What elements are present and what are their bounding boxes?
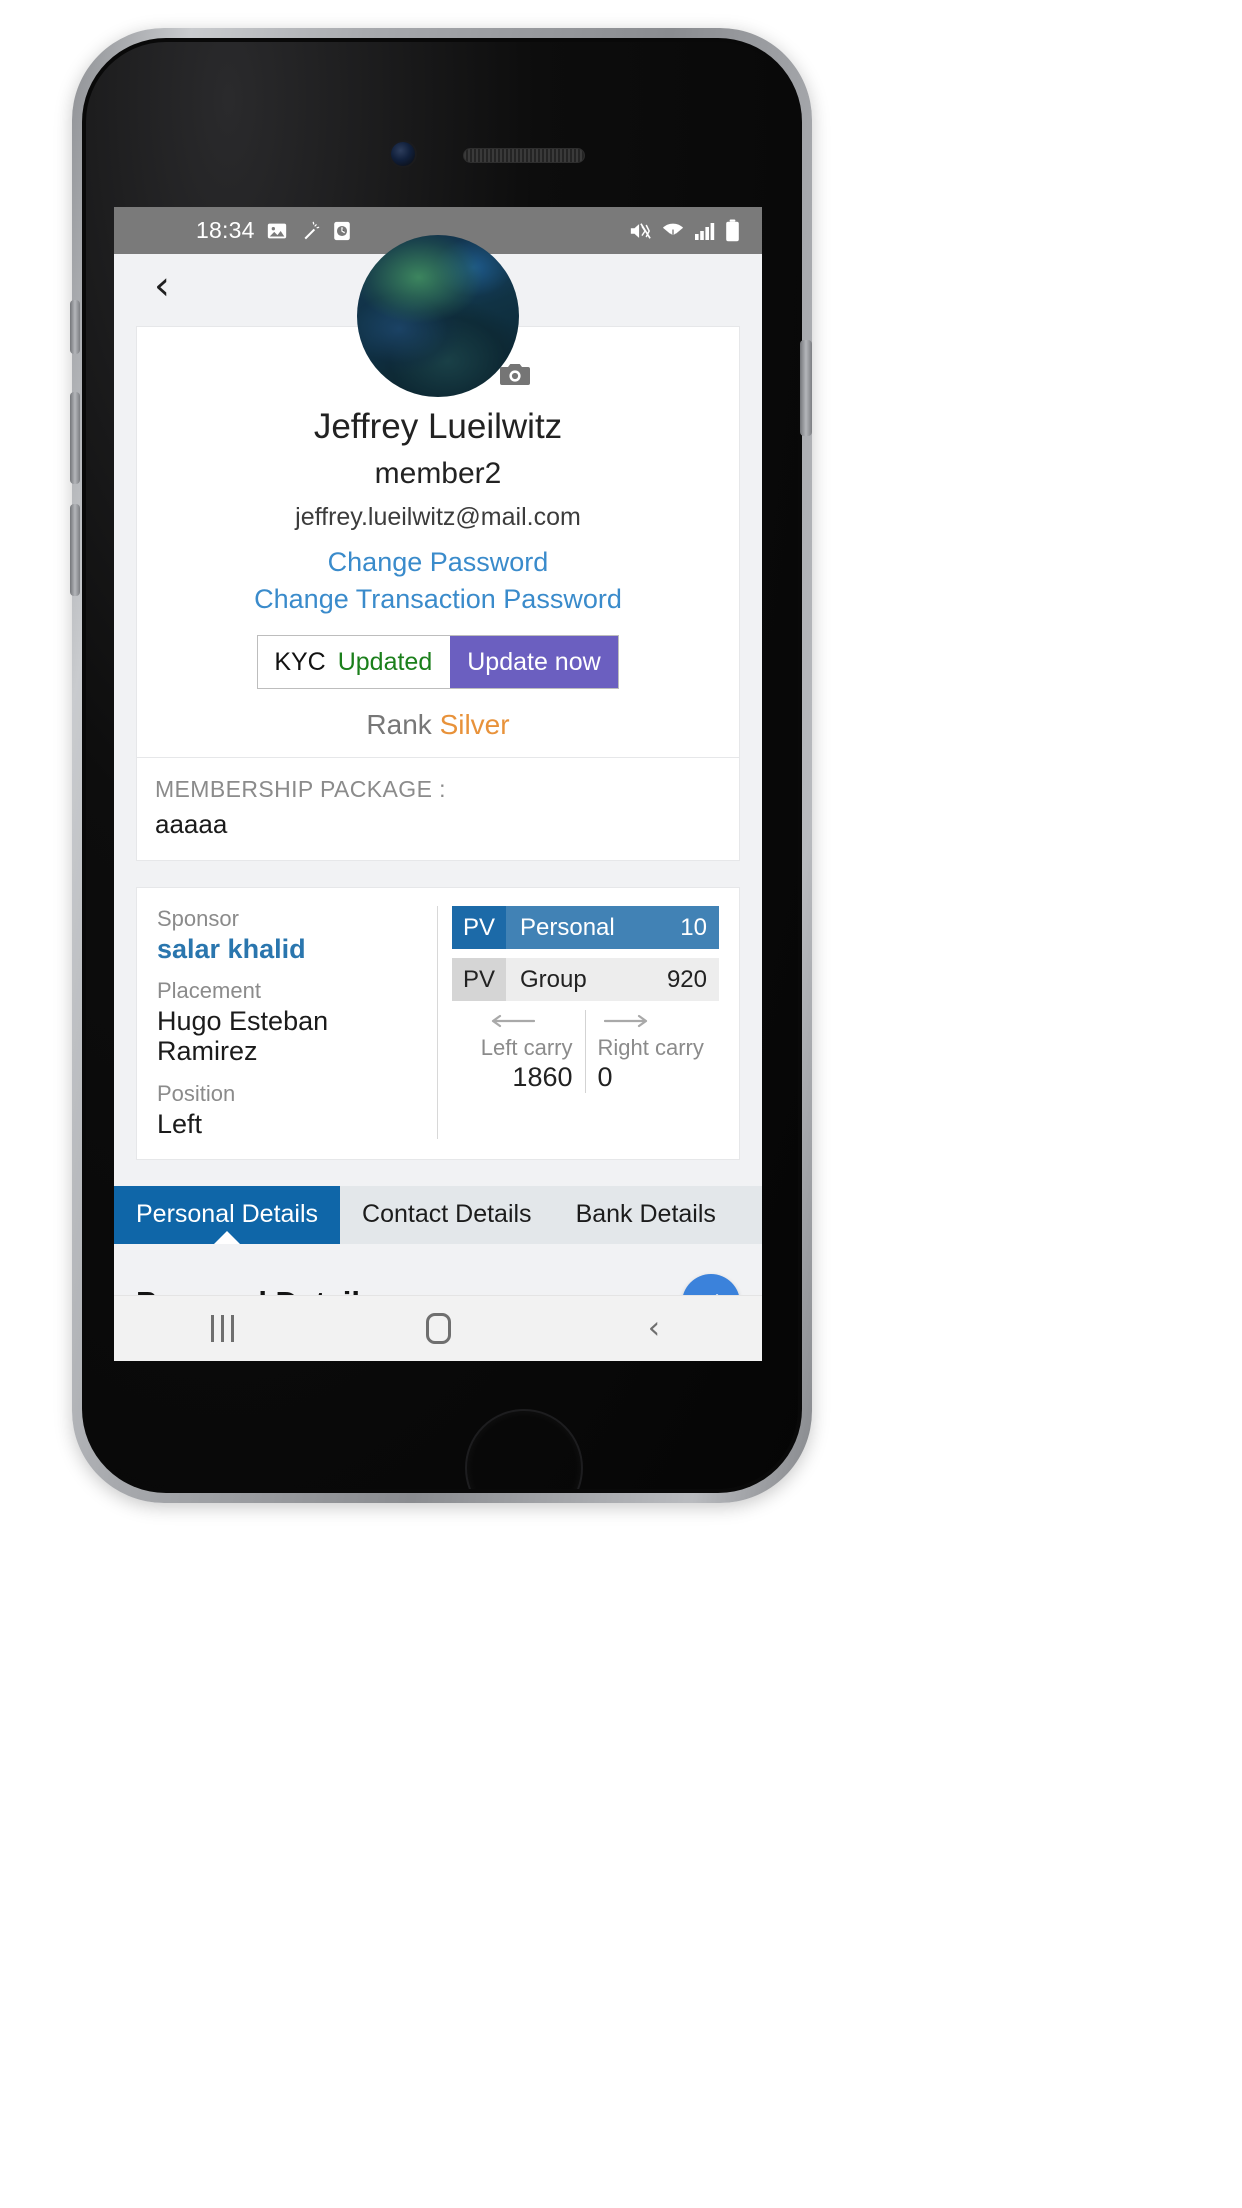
pv-personal-value: 10 — [680, 906, 719, 949]
position-label: Position — [157, 1080, 236, 1106]
position-value: Left — [157, 1108, 203, 1139]
membership-package-card: MEMBERSHIP PACKAGE : aaaaa — [136, 758, 740, 861]
profile-email: jeffrey.lueilwitz@mail.com — [295, 503, 581, 531]
genealogy-right-column: PV Personal 10 PV Group 920 Left carry 1… — [438, 906, 739, 1139]
avatar[interactable] — [357, 235, 519, 397]
kyc-status-badge: Updated — [337, 647, 433, 676]
status-bar-right — [628, 219, 740, 242]
power-button[interactable] — [800, 340, 812, 436]
profile-card: Jeffrey Lueilwitz member2 jeffrey.lueilw… — [136, 235, 740, 758]
genealogy-card: Sponsor salar khalid Placement Hugo Este… — [136, 887, 740, 1160]
membership-package-value: aaaaa — [155, 809, 228, 839]
pv-personal-row: PV Personal 10 — [452, 906, 719, 949]
left-carry-column: Left carry 1860 — [452, 1010, 586, 1093]
left-carry-value: 1860 — [512, 1062, 573, 1092]
hardware-home-button[interactable] — [465, 1409, 583, 1489]
tab-personal-details[interactable]: Personal Details — [114, 1185, 341, 1244]
change-transaction-password-link[interactable]: Change Transaction Password — [151, 584, 725, 615]
genealogy-left-column: Sponsor salar khalid Placement Hugo Este… — [137, 906, 438, 1139]
right-carry-label: Right carry — [597, 1035, 704, 1060]
pv-group-row: PV Group 920 — [452, 958, 719, 1001]
volume-up-button[interactable] — [70, 392, 80, 484]
kyc-box: KYC Updated Update now — [257, 635, 619, 689]
pv-personal-label: Personal — [506, 906, 681, 949]
profile-username: member2 — [374, 457, 502, 490]
right-carry-column: Right carry 0 — [586, 1010, 720, 1093]
pv-group-label: Group — [506, 958, 667, 1001]
membership-package-label: MEMBERSHIP PACKAGE : — [155, 776, 446, 802]
recents-icon[interactable] — [162, 1315, 282, 1342]
right-carry-value: 0 — [597, 1062, 613, 1092]
left-carry-label: Left carry — [480, 1035, 573, 1060]
details-tabs: Personal Details Contact Details Bank De… — [114, 1185, 762, 1244]
arrow-right-icon — [598, 1010, 720, 1032]
image-icon — [266, 220, 288, 242]
back-button[interactable]: ‹ — [138, 262, 186, 310]
wifi-icon — [661, 220, 685, 242]
kyc-row: KYC Updated Update now — [151, 635, 725, 689]
tab-bank-details[interactable]: Bank Details — [554, 1186, 738, 1244]
placement-label: Placement — [157, 978, 261, 1004]
sponsor-value[interactable]: salar khalid — [157, 934, 421, 964]
mute-vibrate-icon — [628, 220, 652, 242]
tab-contact-details[interactable]: Contact Details — [340, 1186, 554, 1244]
back-icon[interactable]: ‹ — [594, 1313, 714, 1344]
battery-icon — [725, 219, 740, 242]
rank-row: Rank Silver — [151, 709, 725, 741]
kyc-label: KYC — [274, 647, 326, 676]
rank-label: Rank — [366, 709, 432, 740]
profile-full-name: Jeffrey Lueilwitz — [313, 407, 563, 446]
sponsor-label: Sponsor — [157, 906, 239, 931]
signal-icon — [694, 220, 716, 242]
status-bar-time: 18:34 — [196, 217, 255, 243]
app-screen: 18:34 ‹ Jeffrey Lueilwitz member2 jeffre… — [114, 207, 762, 1361]
placement-value: Hugo Esteban Ramirez — [157, 1006, 329, 1067]
rank-value: Silver — [439, 709, 510, 740]
home-icon[interactable] — [378, 1313, 498, 1344]
pv-personal-tag: PV — [452, 906, 506, 949]
android-nav-bar: ‹ — [114, 1295, 762, 1361]
carry-section: Left carry 1860 Right carry 0 — [452, 1010, 719, 1093]
kyc-update-now-button[interactable]: Update now — [450, 636, 618, 688]
magic-wand-icon — [299, 220, 321, 242]
camera-icon[interactable] — [497, 359, 533, 389]
pv-group-tag: PV — [452, 958, 506, 1001]
change-password-link[interactable]: Change Password — [151, 547, 725, 578]
clock-icon — [332, 220, 352, 242]
screenshot-stage: 18:34 ‹ Jeffrey Lueilwitz member2 jeffre… — [0, 0, 1242, 2208]
status-bar-left: 18:34 — [196, 217, 352, 244]
front-camera-icon — [391, 142, 415, 166]
mute-switch[interactable] — [70, 300, 80, 354]
pv-group-value: 920 — [666, 958, 719, 1001]
earpiece-speaker — [463, 148, 585, 163]
avatar-wrapper[interactable] — [357, 235, 530, 397]
volume-down-button[interactable] — [70, 504, 80, 596]
arrow-left-icon — [452, 1010, 573, 1032]
